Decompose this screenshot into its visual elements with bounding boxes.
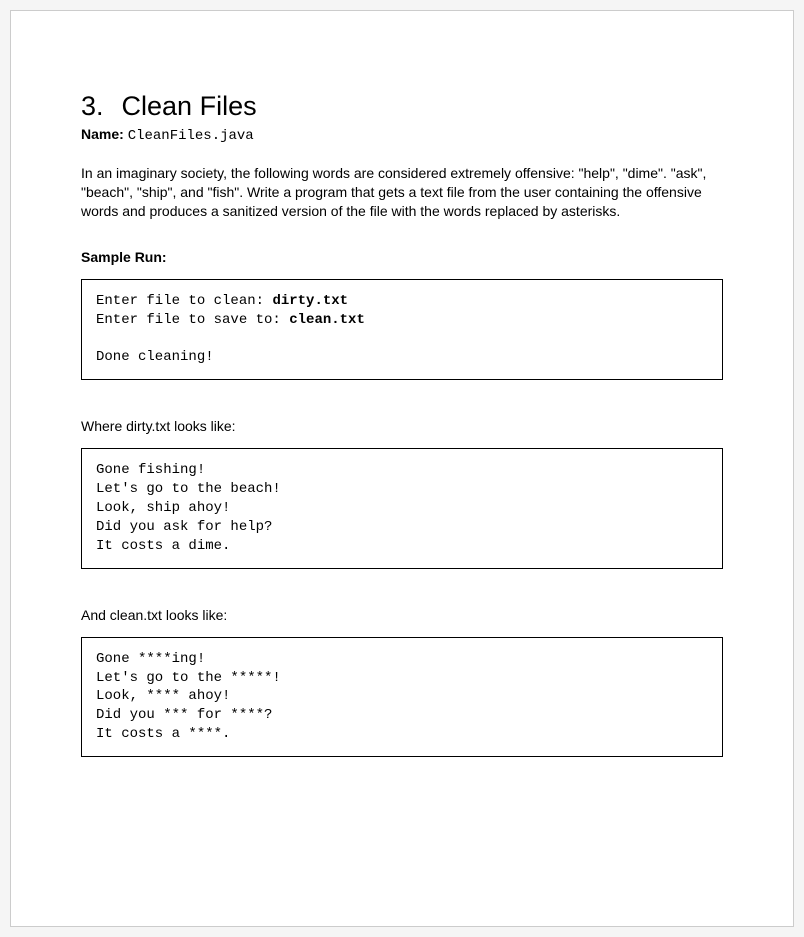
sample-run-line1-prompt: Enter file to clean: [96, 293, 272, 309]
dirty-file-box: Gone fishing! Let's go to the beach! Loo… [81, 448, 723, 568]
problem-number: 3. [81, 91, 104, 122]
dirty-file-label: Where dirty.txt looks like: [81, 418, 723, 434]
sample-run-line2-input: clean.txt [289, 312, 365, 328]
document-page: 3. Clean Files Name: CleanFiles.java In a… [10, 10, 794, 927]
clean-file-label: And clean.txt looks like: [81, 607, 723, 623]
problem-description: In an imaginary society, the following w… [81, 164, 723, 221]
name-value: CleanFiles.java [128, 128, 254, 144]
sample-run-line1-input: dirty.txt [272, 293, 348, 309]
file-name-line: Name: CleanFiles.java [81, 126, 723, 144]
sample-run-line3: Done cleaning! [96, 349, 214, 365]
problem-title-text: Clean Files [122, 91, 257, 121]
problem-title: 3. Clean Files [81, 91, 723, 122]
sample-run-line2-prompt: Enter file to save to: [96, 312, 289, 328]
clean-file-box: Gone ****ing! Let's go to the *****! Loo… [81, 637, 723, 757]
sample-run-box: Enter file to clean: dirty.txt Enter fil… [81, 279, 723, 381]
sample-run-label: Sample Run: [81, 249, 723, 265]
name-label: Name: [81, 126, 124, 142]
